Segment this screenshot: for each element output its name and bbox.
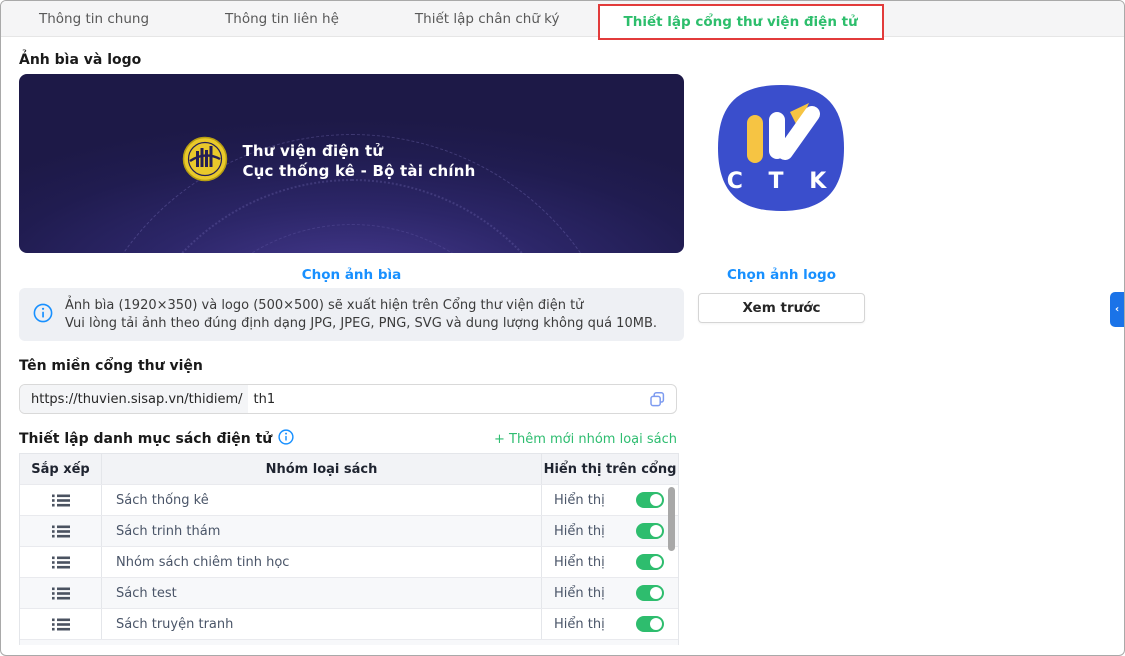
table-row: Nhóm sách chiêm tinh học Hiển thị bbox=[20, 546, 678, 577]
visibility-toggle[interactable] bbox=[636, 492, 664, 508]
collapse-panel-toggle[interactable]: ‹ bbox=[1110, 292, 1124, 327]
table-row: Sách truyện tranh Hiển thị bbox=[20, 608, 678, 639]
drag-handle-icon[interactable] bbox=[51, 525, 70, 538]
svg-text:C T K: C T K bbox=[727, 169, 836, 194]
drag-handle-icon[interactable] bbox=[51, 556, 70, 569]
drag-handle-icon[interactable] bbox=[51, 587, 70, 600]
category-name: Sách truyện tranh bbox=[102, 609, 542, 639]
table-header-row: Sắp xếp Nhóm loại sách Hiển thị trên cổn… bbox=[20, 454, 678, 484]
table-row: Sách trinh thám Hiển thị bbox=[20, 515, 678, 546]
domain-input[interactable]: https://thuvien.sisap.vn/thidiem/ th1 bbox=[19, 384, 677, 414]
display-label: Hiển thị bbox=[554, 585, 605, 601]
ctk-app-logo: C T K bbox=[716, 83, 846, 213]
display-label: Hiển thị bbox=[554, 554, 605, 570]
domain-field-label: Tên miền cổng thư viện bbox=[19, 358, 203, 374]
choose-logo-link[interactable]: Chọn ảnh logo bbox=[727, 267, 836, 283]
settings-page: Thông tin chung Thông tin liên hệ Thiết … bbox=[0, 0, 1125, 656]
cover-title-line1: Thư viện điện tử bbox=[242, 141, 384, 160]
tab-thiet-lap-chan-chu-ky[interactable]: Thiết lập chân chữ ký bbox=[377, 1, 598, 37]
preview-button[interactable]: Xem trước bbox=[698, 293, 865, 323]
tab-bar: Thông tin chung Thông tin liên hệ Thiết … bbox=[1, 1, 1124, 40]
info-line2: Vui lòng tải ảnh theo đúng định dạng JPG… bbox=[65, 315, 657, 331]
category-table: Sắp xếp Nhóm loại sách Hiển thị trên cổn… bbox=[19, 453, 679, 645]
visibility-toggle[interactable] bbox=[636, 523, 664, 539]
cover-title-line2: Cục thống kê - Bộ tài chính bbox=[242, 161, 476, 180]
col-header-display: Hiển thị trên cổng bbox=[543, 461, 677, 477]
drag-handle-icon[interactable] bbox=[51, 494, 70, 507]
tab-thong-tin-lien-he[interactable]: Thông tin liên hệ bbox=[187, 1, 377, 37]
display-label: Hiển thị bbox=[554, 492, 605, 508]
visibility-toggle[interactable] bbox=[636, 616, 664, 632]
visibility-toggle[interactable] bbox=[636, 554, 664, 570]
copy-icon[interactable] bbox=[649, 391, 666, 408]
display-label: Hiển thị bbox=[554, 616, 605, 632]
table-row-partial bbox=[20, 639, 678, 645]
cover-section-title: Ảnh bìa và logo bbox=[19, 52, 142, 68]
info-icon bbox=[33, 303, 53, 327]
tab-thong-tin-chung[interactable]: Thông tin chung bbox=[1, 1, 187, 37]
domain-prefix: https://thuvien.sisap.vn/thidiem/ bbox=[20, 385, 248, 413]
col-header-sort: Sắp xếp bbox=[20, 454, 102, 484]
cover-banner-image: Thư viện điện tử Cục thống kê - Bộ tài c… bbox=[19, 74, 684, 253]
category-name: Nhóm sách chiêm tinh học bbox=[102, 547, 542, 577]
domain-value[interactable]: th1 bbox=[248, 392, 649, 407]
table-scrollbar-thumb[interactable] bbox=[668, 487, 675, 551]
col-header-group: Nhóm loại sách bbox=[102, 454, 542, 484]
choose-cover-link[interactable]: Chọn ảnh bìa bbox=[302, 267, 402, 283]
table-row: Sách thống kê Hiển thị bbox=[20, 484, 678, 515]
drag-handle-icon[interactable] bbox=[51, 618, 70, 631]
info-line1: Ảnh bìa (1920×350) và logo (500×500) sẽ … bbox=[65, 297, 584, 313]
category-name: Sách thống kê bbox=[102, 485, 542, 515]
visibility-toggle[interactable] bbox=[636, 585, 664, 601]
table-body: Sách thống kê Hiển thị Sách trinh thám H… bbox=[20, 484, 678, 639]
category-name: Sách test bbox=[102, 578, 542, 608]
chevron-left-icon: ‹ bbox=[1114, 304, 1120, 315]
upload-info-box: Ảnh bìa (1920×350) và logo (500×500) sẽ … bbox=[19, 288, 684, 341]
info-icon[interactable] bbox=[278, 429, 294, 449]
statistics-office-emblem-icon bbox=[182, 136, 228, 186]
table-row: Sách test Hiển thị bbox=[20, 577, 678, 608]
add-category-link[interactable]: + Thêm mới nhóm loại sách bbox=[494, 432, 677, 447]
tab-thiet-lap-cong-thu-vien[interactable]: Thiết lập cổng thư viện điện tử bbox=[597, 4, 884, 40]
category-name: Sách trinh thám bbox=[102, 516, 542, 546]
display-label: Hiển thị bbox=[554, 523, 605, 539]
catalog-section-title: Thiết lập danh mục sách điện tử bbox=[19, 431, 273, 447]
